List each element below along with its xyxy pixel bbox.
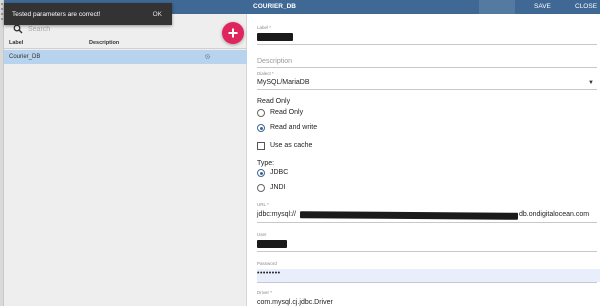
password-input[interactable]: •••••••• <box>257 270 281 277</box>
rail-grip <box>1 18 3 20</box>
user-field-label: User <box>257 232 267 237</box>
radio-read-and-write-label[interactable]: Read and write <box>270 124 317 131</box>
radio-jdbc[interactable] <box>257 169 265 177</box>
dialect-field-label: Dialect * <box>257 71 274 76</box>
search-icon <box>13 24 23 34</box>
driver-field-label: Driver * <box>257 290 273 295</box>
redacted-label-value[interactable] <box>257 33 293 41</box>
rail-grip <box>1 3 3 5</box>
url-field-label: URL * <box>257 202 269 207</box>
access-heading: Read Only <box>257 98 291 105</box>
editor-title: COURIER_DB <box>253 3 296 10</box>
rail-grip <box>1 13 3 15</box>
radio-read-only[interactable] <box>257 109 265 117</box>
dialect-field-underline <box>257 89 597 90</box>
radio-jndi-label[interactable]: JNDI <box>270 184 286 191</box>
redacted-url-segment <box>299 211 519 220</box>
plus-icon <box>228 28 238 38</box>
toast-message: Tested parameters are correct! <box>12 10 101 18</box>
datasource-editor: COURIER_DB SAVE CLOSE Label * Descriptio… <box>247 0 600 306</box>
use-as-cache-label[interactable]: Use as cache <box>270 142 312 149</box>
close-button[interactable]: CLOSE <box>575 3 597 10</box>
label-field-label: Label * <box>257 25 272 30</box>
table-row[interactable]: Courier_DB <box>4 50 247 64</box>
label-field-underline <box>257 44 597 45</box>
driver-input[interactable]: com.mysql.cj.jdbc.Driver <box>257 299 333 306</box>
rail-grip <box>1 8 3 10</box>
column-header-label[interactable]: Label <box>9 40 23 46</box>
description-field[interactable]: Description <box>257 58 292 65</box>
radio-jdbc-label[interactable]: JDBC <box>270 169 288 176</box>
dropdown-arrow-icon[interactable]: ▼ <box>588 80 594 86</box>
use-as-cache-checkbox[interactable] <box>257 142 265 150</box>
row-label: Courier_DB <box>9 54 41 60</box>
editor-toolbar: COURIER_DB SAVE CLOSE <box>247 0 600 14</box>
radio-read-only-label[interactable]: Read Only <box>270 109 303 116</box>
url-field-underline <box>257 222 597 223</box>
column-header-description[interactable]: Description <box>89 40 119 46</box>
radio-read-and-write[interactable] <box>257 124 265 132</box>
description-field-underline <box>257 67 597 68</box>
url-value-suffix[interactable]: db.ondigitalocean.com <box>519 211 589 218</box>
type-heading: Type: <box>257 160 275 167</box>
toolbar-highlight <box>479 0 515 14</box>
password-field-underline <box>257 282 597 283</box>
datasource-list-panel: Label Description Courier_DB <box>4 0 247 306</box>
dialect-select[interactable]: MySQL/MariaDB <box>257 79 310 86</box>
user-field-underline <box>257 251 597 252</box>
radio-jndi[interactable] <box>257 184 265 192</box>
save-button[interactable]: SAVE <box>534 3 551 10</box>
redacted-user-value[interactable] <box>257 240 287 248</box>
url-value-prefix[interactable]: jdbc:mysql:// <box>257 211 296 218</box>
toast-ok-button[interactable]: OK <box>153 11 162 18</box>
gear-icon[interactable] <box>204 53 211 60</box>
list-table-header: Label Description <box>4 38 247 49</box>
password-field-bg <box>257 269 600 282</box>
snackbar-toast: Tested parameters are correct! OK <box>4 3 172 25</box>
password-field-label: Password <box>257 261 277 266</box>
search-input[interactable] <box>28 25 208 33</box>
